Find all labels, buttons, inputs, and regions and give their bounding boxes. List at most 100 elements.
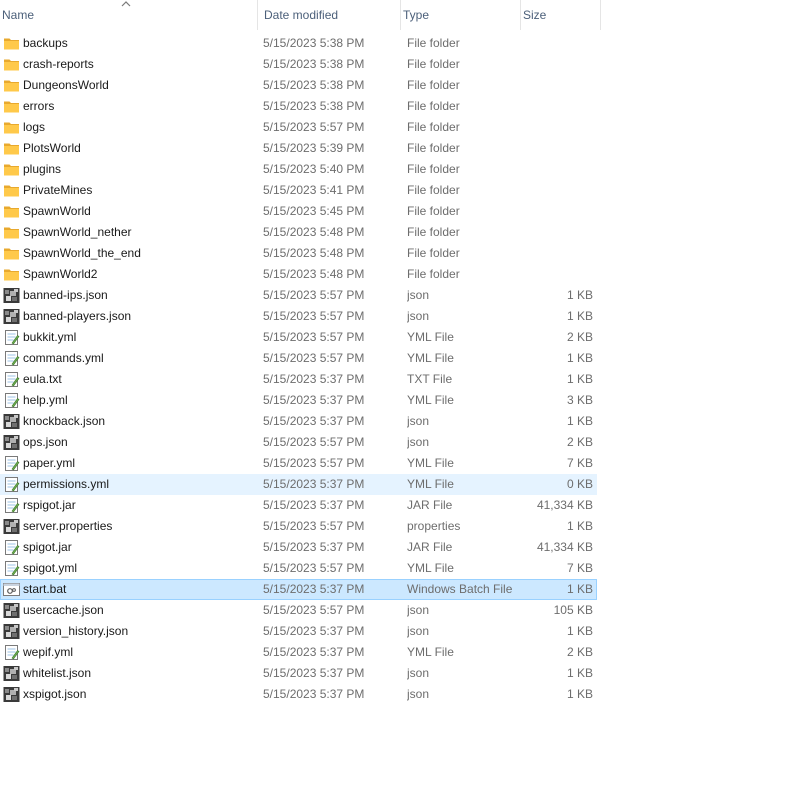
folder-row[interactable]: backups 5/15/2023 5:38 PM File folder (0, 33, 597, 54)
date-modified: 5/15/2023 5:40 PM (263, 162, 365, 176)
column-header-name-label: Name (2, 8, 35, 22)
folder-row[interactable]: SpawnWorld_nether 5/15/2023 5:48 PM File f… (0, 222, 597, 243)
file-name: banned-ips.json (23, 288, 108, 302)
column-header-type[interactable]: Type (401, 0, 521, 30)
column-header-name[interactable]: Name (0, 0, 258, 30)
file-name: spigot.yml (23, 561, 78, 575)
file-name: permissions.yml (23, 477, 110, 491)
date-modified: 5/15/2023 5:57 PM (263, 288, 365, 302)
file-type: json (407, 666, 430, 680)
json-file-icon (3, 602, 20, 619)
file-row[interactable]: knockback.json 5/15/2023 5:37 PM json 1 KB (0, 411, 597, 432)
file-name: banned-players.json (23, 309, 132, 323)
folder-row[interactable]: PrivateMines 5/15/2023 5:41 PM File folder (0, 180, 597, 201)
file-name: eula.txt (23, 372, 62, 386)
file-row[interactable]: spigot.jar 5/15/2023 5:37 PM JAR File 41,33… (0, 537, 597, 558)
file-size: 41,334 KB (536, 498, 593, 512)
file-size: 7 KB (566, 456, 593, 470)
file-size (521, 159, 593, 180)
file-row[interactable]: version_history.json 5/15/2023 5:37 PM jso… (0, 621, 597, 642)
file-type: YML File (407, 330, 454, 344)
file-name: SpawnWorld (23, 204, 91, 218)
date-modified: 5/15/2023 5:39 PM (263, 141, 365, 155)
file-row[interactable]: whitelist.json 5/15/2023 5:37 PM json 1 KB (0, 663, 597, 684)
file-size: 1 KB (566, 582, 593, 596)
file-size: 3 KB (566, 393, 593, 407)
file-size (521, 138, 593, 159)
file-row[interactable]: xspigot.json 5/15/2023 5:37 PM json 1 KB (0, 684, 597, 705)
file-row[interactable]: spigot.yml 5/15/2023 5:57 PM YML File 7 KB (0, 558, 597, 579)
folder-row[interactable]: SpawnWorld 5/15/2023 5:45 PM File folder (0, 201, 597, 222)
folder-row[interactable]: errors 5/15/2023 5:38 PM File folder (0, 96, 597, 117)
date-modified: 5/15/2023 5:37 PM (263, 666, 365, 680)
file-row[interactable]: eula.txt 5/15/2023 5:37 PM TXT File 1 KB (0, 369, 597, 390)
folder-icon (3, 35, 20, 52)
date-modified: 5/15/2023 5:37 PM (263, 582, 365, 596)
file-name: plugins (23, 162, 62, 176)
file-row[interactable]: start.bat 5/15/2023 5:37 PM Windows Batch … (0, 579, 597, 600)
file-row[interactable]: bukkit.yml 5/15/2023 5:57 PM YML File 2 KB (0, 327, 597, 348)
file-row[interactable]: rspigot.jar 5/15/2023 5:37 PM JAR File 41,3… (0, 495, 597, 516)
column-header-date-label: Date modified (264, 8, 339, 22)
file-type: File folder (407, 78, 460, 92)
date-modified: 5/15/2023 5:37 PM (263, 372, 365, 386)
folder-row[interactable]: PlotsWorld 5/15/2023 5:39 PM File folder (0, 138, 597, 159)
file-type: json (407, 435, 430, 449)
folder-row[interactable]: logs 5/15/2023 5:57 PM File folder (0, 117, 597, 138)
date-modified: 5/15/2023 5:45 PM (263, 204, 365, 218)
file-row[interactable]: help.yml 5/15/2023 5:37 PM YML File 3 KB (0, 390, 597, 411)
file-name: spigot.jar (23, 540, 72, 554)
file-name: wepif.yml (23, 645, 74, 659)
file-type: File folder (407, 120, 460, 134)
date-modified: 5/15/2023 5:48 PM (263, 267, 365, 281)
folder-icon (3, 77, 20, 94)
file-size: 1 KB (566, 288, 593, 302)
file-size: 2 KB (566, 645, 593, 659)
column-header-date-modified[interactable]: Date modified (258, 0, 401, 30)
file-type: File folder (407, 204, 460, 218)
folder-row[interactable]: DungeonsWorld 5/15/2023 5:38 PM File folde… (0, 75, 597, 96)
file-type: json (407, 414, 430, 428)
file-name: ops.json (23, 435, 68, 449)
file-name: paper.yml (23, 456, 76, 470)
file-name: commands.yml (23, 351, 104, 365)
folder-row[interactable]: crash-reports 5/15/2023 5:38 PM File folde… (0, 54, 597, 75)
file-row[interactable]: server.properties 5/15/2023 5:57 PM proper… (0, 516, 597, 537)
file-size: 1 KB (566, 666, 593, 680)
file-row[interactable]: paper.yml 5/15/2023 5:57 PM YML File 7 KB (0, 453, 597, 474)
file-type: Windows Batch File (407, 582, 513, 596)
file-explorer: Name Date modified Type Size backups 5/15… (0, 0, 790, 799)
file-row[interactable]: wepif.yml 5/15/2023 5:37 PM YML File 2 KB (0, 642, 597, 663)
file-row[interactable]: commands.yml 5/15/2023 5:57 PM YML File 1 K… (0, 348, 597, 369)
file-type: File folder (407, 99, 460, 113)
folder-row[interactable]: SpawnWorld2 5/15/2023 5:48 PM File folder (0, 264, 597, 285)
file-row[interactable]: usercache.json 5/15/2023 5:57 PM json 105 K… (0, 600, 597, 621)
date-modified: 5/15/2023 5:37 PM (263, 540, 365, 554)
file-size (521, 33, 593, 54)
file-size: 2 KB (566, 330, 593, 344)
json-file-icon (3, 686, 20, 703)
batch-file-icon (3, 581, 20, 598)
file-type: File folder (407, 267, 460, 281)
file-row[interactable]: ops.json 5/15/2023 5:57 PM json 2 KB (0, 432, 597, 453)
file-size: 1 KB (566, 309, 593, 323)
file-name: server.properties (23, 519, 113, 533)
file-row[interactable]: permissions.yml 5/15/2023 5:37 PM YML File… (0, 474, 597, 495)
file-type: YML File (407, 456, 454, 470)
notepad-file-icon (3, 392, 20, 409)
folder-row[interactable]: plugins 5/15/2023 5:40 PM File folder (0, 159, 597, 180)
file-name: DungeonsWorld (23, 78, 109, 92)
file-row[interactable]: banned-ips.json 5/15/2023 5:57 PM json 1 KB (0, 285, 597, 306)
folder-icon (3, 266, 20, 283)
folder-row[interactable]: SpawnWorld_the_end 5/15/2023 5:48 PM File … (0, 243, 597, 264)
file-type: JAR File (407, 498, 453, 512)
file-name: usercache.json (23, 603, 104, 617)
file-row[interactable]: banned-players.json 5/15/2023 5:57 PM json… (0, 306, 597, 327)
file-type: YML File (407, 477, 454, 491)
notepad-file-icon (3, 371, 20, 388)
file-size: 105 KB (553, 603, 593, 617)
notepad-file-icon (3, 329, 20, 346)
file-name: PrivateMines (23, 183, 93, 197)
column-header-size[interactable]: Size (521, 0, 601, 30)
file-name: rspigot.jar (23, 498, 76, 512)
